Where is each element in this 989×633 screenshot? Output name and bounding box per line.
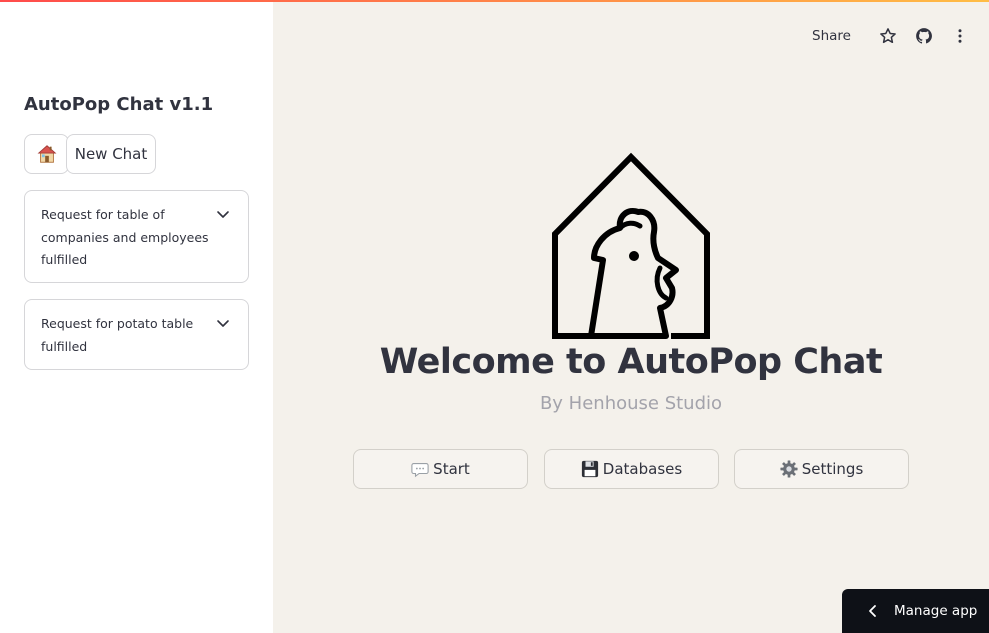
start-button-label: Start bbox=[433, 460, 470, 478]
house-icon bbox=[37, 145, 56, 163]
top-accent-bar bbox=[0, 0, 989, 2]
chevron-down-icon bbox=[217, 320, 229, 327]
page-subtitle: By Henhouse Studio bbox=[539, 393, 723, 414]
gear-icon bbox=[780, 460, 798, 478]
share-button[interactable]: Share bbox=[812, 28, 851, 44]
star-icon[interactable] bbox=[879, 27, 897, 45]
databases-button-label: Databases bbox=[602, 460, 683, 478]
chat-history-item[interactable]: Request for potato table fulfilled bbox=[24, 299, 249, 370]
chevron-left-icon bbox=[869, 605, 876, 617]
header-toolbar: Share bbox=[812, 22, 969, 50]
settings-button-label: Settings bbox=[801, 460, 864, 478]
chat-history-label: Request for potato table fulfilled bbox=[41, 316, 194, 354]
chevron-down-icon bbox=[217, 211, 229, 218]
floppy-disk-icon bbox=[581, 460, 598, 478]
page-title: Welcome to AutoPop Chat bbox=[379, 342, 883, 382]
chat-history-item[interactable]: Request for table of companies and emplo… bbox=[24, 190, 249, 283]
manage-app-button[interactable]: Manage app bbox=[842, 589, 989, 633]
henhouse-logo-icon bbox=[552, 152, 710, 339]
speech-bubble-icon bbox=[411, 463, 429, 478]
more-vertical-icon[interactable] bbox=[951, 27, 969, 45]
settings-button[interactable]: Settings bbox=[734, 449, 909, 489]
chat-history-label: Request for table of companies and emplo… bbox=[41, 207, 209, 267]
sidebar: AutoPop Chat v1.1 New Chat Request for t… bbox=[0, 0, 273, 633]
start-button[interactable]: Start bbox=[353, 449, 528, 489]
app-title: AutoPop Chat v1.1 bbox=[24, 94, 214, 115]
manage-app-label: Manage app bbox=[894, 603, 978, 619]
home-button[interactable] bbox=[24, 134, 69, 174]
databases-button[interactable]: Databases bbox=[544, 449, 719, 489]
github-icon[interactable] bbox=[915, 27, 933, 45]
new-chat-button[interactable]: New Chat bbox=[66, 134, 156, 174]
